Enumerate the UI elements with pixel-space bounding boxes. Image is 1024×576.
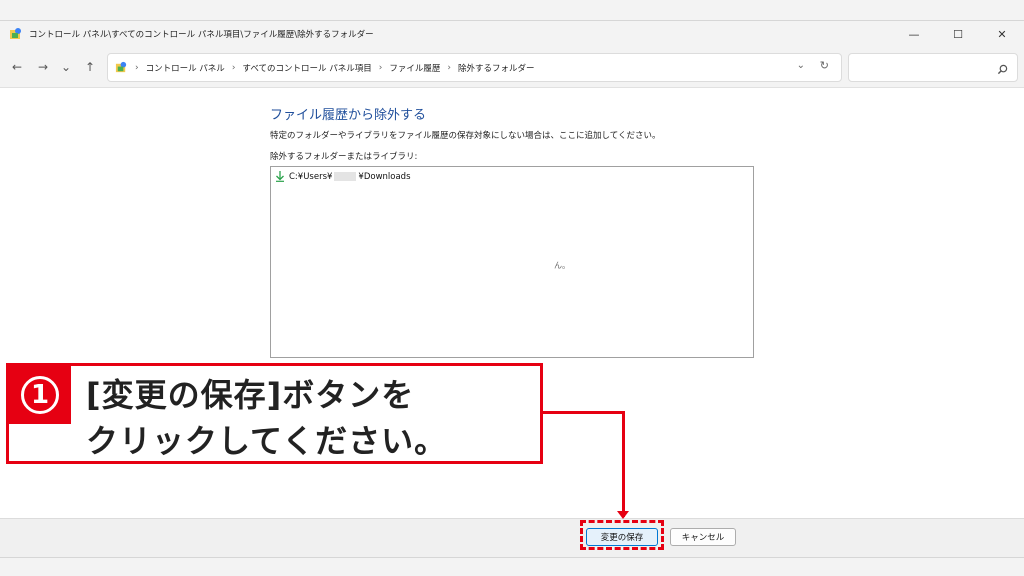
empty-hint-text: ん。 xyxy=(554,261,570,270)
navigation-bar: ← → ⌄ ↑ › コントロール パネル › すべてのコントロール パネル項目 … xyxy=(0,47,1024,88)
address-bar[interactable]: › コントロール パネル › すべてのコントロール パネル項目 › ファイル履歴… xyxy=(107,53,842,82)
file-history-window: コントロール パネル\すべてのコントロール パネル項目\ファイル履歴\除外するフ… xyxy=(0,20,1024,558)
step-number: 1 xyxy=(21,376,59,414)
breadcrumb-separator: › xyxy=(231,62,236,73)
window-title: コントロール パネル\すべてのコントロール パネル項目\ファイル履歴\除外するフ… xyxy=(29,30,374,40)
button-bar: 変更の保存 キャンセル xyxy=(0,518,1024,557)
folder-path-suffix: ¥Downloads xyxy=(358,171,411,182)
control-panel-icon xyxy=(115,61,128,74)
breadcrumb-separator: › xyxy=(378,62,383,73)
step-badge: 1 xyxy=(9,366,71,424)
up-arrow-icon[interactable]: ↑ xyxy=(82,59,98,75)
downloads-folder-icon xyxy=(275,171,285,182)
recent-locations-chevron-icon[interactable]: ⌄ xyxy=(58,59,74,75)
page-description: 特定のフォルダーやライブラリをファイル履歴の保存対象にしない場合は、ここに追加し… xyxy=(270,131,661,141)
arrow-down-icon xyxy=(617,511,629,519)
breadcrumb-separator: › xyxy=(135,62,139,73)
excluded-folders-list[interactable]: C:¥Users¥ ¥Downloads ん。 xyxy=(270,166,754,358)
cancel-button[interactable]: キャンセル xyxy=(670,528,736,546)
breadcrumb-control-panel[interactable]: コントロール パネル xyxy=(146,62,225,74)
breadcrumb-exclude-folders[interactable]: 除外するフォルダー xyxy=(458,62,535,74)
search-input[interactable] xyxy=(848,53,1018,82)
control-panel-icon xyxy=(9,27,23,41)
callout-connector-vertical xyxy=(622,411,625,517)
refresh-icon[interactable]: ↻ xyxy=(820,59,829,72)
list-item[interactable]: C:¥Users¥ ¥Downloads xyxy=(275,171,411,182)
callout-connector-horizontal xyxy=(543,411,625,414)
back-arrow-icon[interactable]: ← xyxy=(9,59,25,75)
address-dropdown-icon[interactable]: ⌄ xyxy=(797,60,805,71)
maximize-button[interactable]: ☐ xyxy=(936,21,980,47)
breadcrumb-file-history[interactable]: ファイル履歴 xyxy=(389,62,440,74)
save-button-highlight xyxy=(580,520,664,550)
instruction-line-1: [変更の保存]ボタンを xyxy=(86,376,415,414)
window-controls: — ☐ ✕ xyxy=(892,21,1024,47)
breadcrumb-all-items[interactable]: すべてのコントロール パネル項目 xyxy=(242,62,371,74)
minimize-button[interactable]: — xyxy=(892,21,936,47)
breadcrumb-separator: › xyxy=(447,62,451,73)
instruction-callout: 1 [変更の保存]ボタンを クリックしてください。 xyxy=(6,363,543,464)
forward-arrow-icon[interactable]: → xyxy=(35,59,51,75)
redacted-username xyxy=(334,172,357,181)
exclude-list-label: 除外するフォルダーまたはライブラリ: xyxy=(270,152,418,162)
search-icon xyxy=(997,60,1008,79)
page-title: ファイル履歴から除外する xyxy=(270,108,427,123)
close-button[interactable]: ✕ xyxy=(980,21,1024,47)
title-bar: コントロール パネル\すべてのコントロール パネル項目\ファイル履歴\除外するフ… xyxy=(0,21,1024,47)
instruction-line-2: クリックしてください。 xyxy=(86,422,448,460)
folder-path-prefix: C:¥Users¥ xyxy=(289,171,333,182)
